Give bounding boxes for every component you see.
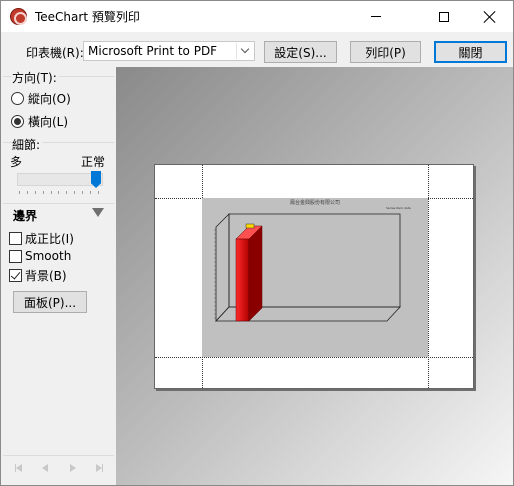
proportional-checkbox[interactable]: 成正比(I) <box>9 230 74 247</box>
preview-page: 鳳台金興股份有限公司 Series·Item·data <box>154 164 474 389</box>
slider-ticks <box>19 191 99 194</box>
bar-mark <box>245 223 255 229</box>
page-navigation <box>3 455 114 479</box>
minimize-button[interactable] <box>353 1 399 32</box>
proportional-label: 成正比(I) <box>25 232 74 246</box>
first-page-icon[interactable] <box>11 462 25 474</box>
printer-label: 印表機(R): <box>26 46 84 60</box>
panel-button[interactable]: 面板(P)... <box>13 291 87 313</box>
close-button[interactable]: 關閉 <box>434 41 507 63</box>
bar-front <box>235 238 250 322</box>
print-button[interactable]: 列印(P) <box>350 41 421 63</box>
radio-button[interactable] <box>11 92 24 105</box>
setup-button[interactable]: 設定(S)... <box>264 41 337 63</box>
dropdown-arrow[interactable] <box>236 43 253 59</box>
margins-divider <box>3 203 114 204</box>
close-icon <box>484 11 496 23</box>
margin-guide-bottom[interactable] <box>155 357 473 358</box>
checkbox[interactable] <box>9 249 22 263</box>
collapse-arrow-icon[interactable] <box>92 208 104 217</box>
maximize-button[interactable] <box>421 1 467 32</box>
options-panel: 方向(T): 縱向(O) 橫向(L) 細節: 多 正常 邊界 成正比(I) Sm… <box>3 67 114 485</box>
detail-min-label: 多 <box>10 155 23 169</box>
checkbox-checked[interactable] <box>9 269 22 282</box>
chart-preview: 鳳台金興股份有限公司 Series·Item·data <box>202 198 428 357</box>
smooth-checkbox[interactable]: Smooth <box>9 249 71 263</box>
next-page-icon[interactable] <box>66 462 80 474</box>
close-window-button[interactable] <box>467 1 513 32</box>
prev-page-icon[interactable] <box>38 462 52 474</box>
window-title: TeeChart 預覽列印 <box>35 10 140 24</box>
portrait-label: 縱向(O) <box>28 92 71 106</box>
background-label: 背景(B) <box>25 269 67 283</box>
teechart-preview-window: TeeChart 預覽列印 印表機(R): Microsoft Print to… <box>0 0 514 486</box>
detail-title: 細節: <box>12 136 43 153</box>
plot-left-wall <box>215 213 230 323</box>
detail-max-label: 正常 <box>81 155 106 169</box>
chevron-down-icon <box>240 44 250 54</box>
teechart-app-icon <box>10 8 27 25</box>
smooth-label: Smooth <box>25 249 72 263</box>
title-bar: TeeChart 預覽列印 <box>1 1 513 32</box>
detail-slider[interactable] <box>17 173 103 186</box>
margins-title: 邊界 <box>13 209 38 223</box>
chart-graphic <box>214 213 401 323</box>
printer-value: Microsoft Print to PDF <box>88 44 218 58</box>
orientation-title: 方向(T): <box>12 69 59 86</box>
maximize-icon <box>439 11 449 22</box>
print-preview-area[interactable]: 鳳台金興股份有限公司 Series·Item·data <box>116 67 513 485</box>
last-page-icon[interactable] <box>92 462 106 474</box>
printer-select[interactable]: Microsoft Print to PDF <box>83 41 255 61</box>
portrait-radio[interactable]: 縱向(O) <box>11 90 71 107</box>
landscape-label: 橫向(L) <box>28 115 69 129</box>
bar-side <box>248 225 263 322</box>
radio-button-selected[interactable] <box>11 115 24 128</box>
background-checkbox[interactable]: 背景(B) <box>9 267 67 284</box>
minimize-icon <box>371 16 381 17</box>
landscape-radio[interactable]: 橫向(L) <box>11 113 68 130</box>
checkbox[interactable] <box>9 232 22 245</box>
